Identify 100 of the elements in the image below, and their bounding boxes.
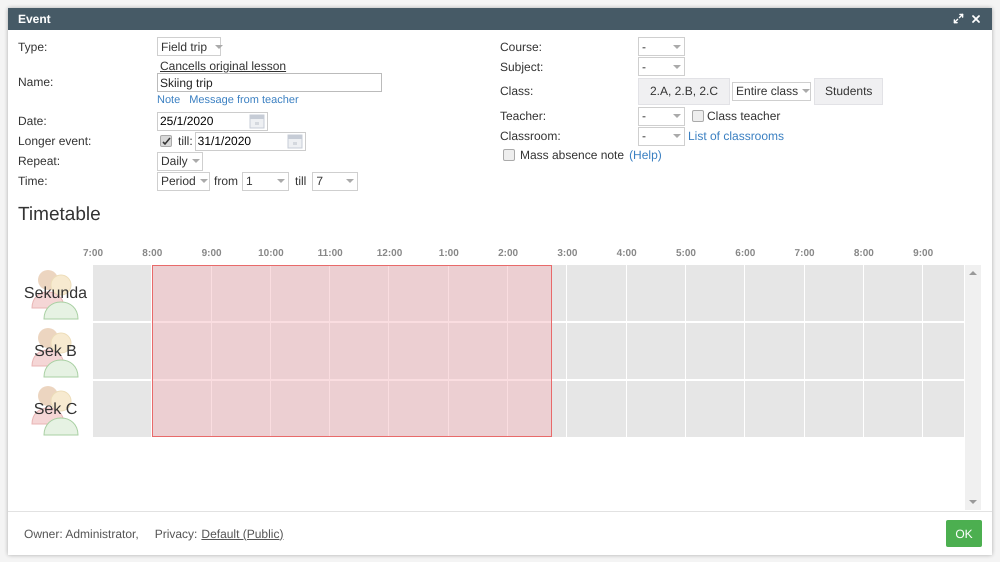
- classrooms-link[interactable]: List of classrooms: [688, 127, 784, 145]
- students-button[interactable]: Students: [814, 78, 884, 104]
- time-slot[interactable]: [212, 381, 271, 437]
- dropdown[interactable]: -: [638, 37, 685, 56]
- till-label: till:: [178, 133, 193, 150]
- hour-label: 6:00: [735, 247, 756, 261]
- time-slot[interactable]: [686, 265, 746, 321]
- caret-icon: [192, 159, 200, 163]
- caret-icon: [673, 64, 681, 68]
- caret-icon: [673, 114, 681, 118]
- time-slot[interactable]: [864, 381, 924, 437]
- scrollbar[interactable]: [965, 265, 981, 510]
- hour-label: 12:00: [376, 247, 402, 261]
- privacy-label: Privacy:: [154, 526, 198, 542]
- time-slot[interactable]: [508, 381, 568, 437]
- caret-icon: [215, 44, 224, 48]
- name-field[interactable]: Skiing trip: [157, 72, 382, 92]
- close-icon[interactable]: [970, 13, 982, 25]
- time-slot[interactable]: [626, 323, 686, 379]
- hour-label: 10:00: [258, 247, 284, 261]
- time-slot[interactable]: [804, 323, 864, 379]
- time-slot[interactable]: [448, 265, 508, 321]
- field-label: Subject:: [500, 59, 544, 76]
- group-name: Sek C: [32, 400, 78, 420]
- group-name: Sekunda: [22, 284, 88, 304]
- field-label: Teacher:: [500, 108, 548, 125]
- dropdown[interactable]: Daily: [157, 152, 203, 170]
- date-field[interactable]: 25/1/2020: [157, 112, 268, 130]
- caret-icon: [673, 134, 681, 138]
- field-label: Course:: [500, 39, 544, 56]
- scroll-up-icon[interactable]: [969, 271, 977, 275]
- dropdown[interactable]: 7: [312, 172, 358, 190]
- group-name: Sek B: [33, 342, 78, 362]
- cancels-lesson-link[interactable]: Cancells original lesson: [160, 57, 286, 72]
- field-label: Classroom:: [500, 128, 562, 145]
- time-slot[interactable]: [448, 381, 508, 437]
- field-label: Date:: [18, 113, 48, 130]
- help-link[interactable]: (Help): [629, 146, 662, 164]
- checkbox[interactable]: [503, 149, 515, 161]
- till-date-field[interactable]: 31/1/2020: [194, 132, 306, 150]
- hour-label: 7:00: [83, 247, 103, 261]
- time-slot[interactable]: [626, 381, 686, 437]
- class-picker[interactable]: 2.A, 2.B, 2.C: [638, 78, 730, 104]
- time-slot[interactable]: [864, 265, 924, 321]
- calendar-icon[interactable]: [286, 133, 303, 149]
- caret-icon: [346, 179, 354, 183]
- caret-icon: [802, 89, 810, 93]
- owner-text: Owner: Administrator,: [24, 526, 139, 542]
- hour-label: 9:00: [202, 247, 222, 261]
- time-slot[interactable]: [152, 381, 212, 437]
- time-slot[interactable]: [686, 323, 746, 379]
- hour-label: 4:00: [616, 247, 637, 261]
- time-slot[interactable]: [864, 323, 924, 379]
- time-slot[interactable]: [626, 265, 686, 321]
- dropdown[interactable]: Field trip: [157, 37, 221, 56]
- dropdown[interactable]: Period: [157, 172, 210, 190]
- hour-label: 11:00: [318, 247, 343, 261]
- field-label: Time:: [18, 173, 49, 190]
- checkbox[interactable]: [692, 110, 704, 122]
- dropdown[interactable]: -: [638, 57, 685, 76]
- caret-icon: [673, 44, 681, 48]
- scroll-down-icon[interactable]: [969, 500, 977, 504]
- class-teacher-label: Class teacher: [707, 108, 780, 125]
- time-slot[interactable]: [508, 323, 568, 379]
- hour-label: 1:00: [438, 247, 459, 261]
- field-label: Name:: [18, 74, 54, 91]
- field-label: Longer event:: [18, 133, 92, 150]
- dropdown[interactable]: Entire class: [732, 82, 812, 100]
- time-slot[interactable]: [804, 381, 864, 437]
- hour-label: 8:00: [142, 247, 162, 261]
- window-title: Event: [18, 11, 51, 28]
- hour-label: 5:00: [676, 247, 696, 261]
- hour-label: 3:00: [557, 247, 578, 261]
- dropdown[interactable]: -: [638, 126, 685, 146]
- caret-icon: [200, 179, 208, 183]
- hour-label: 7:00: [794, 247, 815, 261]
- time-slot[interactable]: [508, 265, 568, 321]
- time-slot[interactable]: [270, 381, 330, 437]
- dropdown[interactable]: 1: [242, 172, 289, 190]
- from-label: from: [214, 173, 238, 190]
- event-block[interactable]: [152, 265, 552, 437]
- note-link[interactable]: Message from teacher: [189, 92, 299, 107]
- dropdown[interactable]: -: [638, 106, 685, 126]
- time-slot[interactable]: [804, 265, 864, 321]
- privacy-link[interactable]: Default (Public): [201, 524, 284, 542]
- time-slot[interactable]: [212, 265, 271, 321]
- maximize-icon[interactable]: [953, 13, 964, 24]
- field-label: Class:: [500, 83, 534, 100]
- checkbox[interactable]: [160, 135, 172, 147]
- field-label: Repeat:: [18, 153, 62, 170]
- time-slot[interactable]: [270, 265, 330, 321]
- hour-label: 9:00: [913, 247, 934, 261]
- hour-label: 8:00: [854, 247, 874, 261]
- field-label: Type:: [18, 39, 48, 56]
- time-slot[interactable]: [152, 265, 212, 321]
- time-slot[interactable]: [686, 381, 746, 437]
- note-link[interactable]: Note: [157, 92, 180, 107]
- calendar-icon[interactable]: [249, 113, 265, 129]
- mass-absence-label: Mass absence note: [520, 147, 624, 164]
- caret-icon: [277, 179, 285, 183]
